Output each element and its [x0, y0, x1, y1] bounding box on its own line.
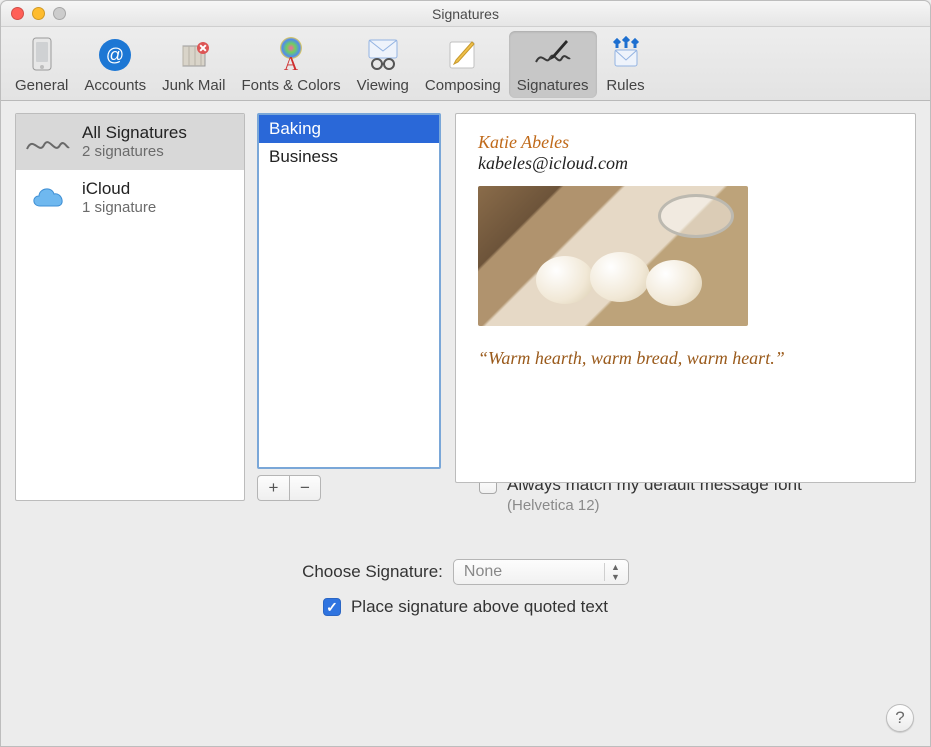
titlebar: Signatures — [1, 1, 930, 27]
source-texts: iCloud 1 signature — [82, 178, 156, 218]
window-title: Signatures — [1, 6, 930, 22]
choose-signature-popup[interactable]: None ▲▼ — [453, 559, 629, 585]
preview-quote: “Warm hearth, warm bread, warm heart.” — [478, 348, 893, 369]
source-subtitle: 2 signatures — [82, 143, 187, 162]
list-buttons: + − — [257, 475, 441, 501]
place-above-label: Place signature above quoted text — [351, 597, 608, 617]
viewing-icon — [362, 35, 404, 75]
tab-junkmail-label: Junk Mail — [162, 77, 225, 94]
rules-icon — [605, 35, 647, 75]
popup-arrows-icon: ▲▼ — [604, 563, 622, 581]
signature-list[interactable]: Baking Business — [257, 113, 441, 469]
fonts-colors-icon: A — [270, 35, 312, 75]
prefs-toolbar: General @ Accounts Junk Mail A Fonts & C… — [1, 27, 930, 101]
tab-rules[interactable]: Rules — [597, 31, 655, 98]
preview-email: kabeles@icloud.com — [478, 153, 893, 174]
svg-text:@: @ — [106, 45, 124, 65]
all-signatures-icon — [24, 122, 72, 162]
accounts-sourcelist[interactable]: All Signatures 2 signatures iCloud 1 sig… — [15, 113, 245, 501]
tab-fonts-colors[interactable]: A Fonts & Colors — [233, 31, 348, 98]
source-texts: All Signatures 2 signatures — [82, 122, 187, 162]
tab-accounts-label: Accounts — [84, 77, 146, 94]
choose-signature-row: Choose Signature: None ▲▼ — [302, 559, 629, 585]
help-button[interactable]: ? — [886, 704, 914, 732]
junkmail-icon — [173, 35, 215, 75]
add-signature-button[interactable]: + — [257, 475, 289, 501]
tab-viewing-label: Viewing — [357, 77, 409, 94]
preferences-window: Signatures General @ Accounts Junk Mail — [0, 0, 931, 747]
panels: All Signatures 2 signatures iCloud 1 sig… — [1, 101, 930, 501]
tab-composing[interactable]: Composing — [417, 31, 509, 98]
tab-fonts-colors-label: Fonts & Colors — [241, 77, 340, 94]
bottom-controls: Choose Signature: None ▲▼ Place signatur… — [1, 559, 930, 617]
general-icon — [21, 35, 63, 75]
signature-preview[interactable]: Katie Abeles kabeles@icloud.com “Warm he… — [455, 113, 916, 483]
tab-accounts[interactable]: @ Accounts — [76, 31, 154, 98]
tab-rules-label: Rules — [606, 77, 644, 94]
source-icloud[interactable]: iCloud 1 signature — [16, 170, 244, 226]
source-all-signatures[interactable]: All Signatures 2 signatures — [16, 114, 244, 170]
icloud-icon — [24, 178, 72, 218]
signature-row-baking[interactable]: Baking — [259, 115, 439, 143]
tab-viewing[interactable]: Viewing — [349, 31, 417, 98]
signature-list-wrap: Baking Business + − — [257, 113, 441, 501]
composing-icon — [442, 35, 484, 75]
place-above-checkbox[interactable] — [323, 598, 341, 616]
signatures-icon — [532, 35, 574, 75]
tab-general[interactable]: General — [7, 31, 76, 98]
svg-text:A: A — [284, 53, 299, 74]
place-above-row[interactable]: Place signature above quoted text — [323, 597, 608, 617]
choose-signature-value: None — [464, 563, 502, 581]
tab-signatures-label: Signatures — [517, 77, 589, 94]
tab-signatures[interactable]: Signatures — [509, 31, 597, 98]
source-subtitle: 1 signature — [82, 199, 156, 218]
source-title: All Signatures — [82, 122, 187, 143]
remove-signature-button[interactable]: − — [289, 475, 321, 501]
tab-junkmail[interactable]: Junk Mail — [154, 31, 233, 98]
tab-composing-label: Composing — [425, 77, 501, 94]
tab-general-label: General — [15, 77, 68, 94]
content-area: All Signatures 2 signatures iCloud 1 sig… — [1, 101, 930, 746]
choose-signature-label: Choose Signature: — [302, 562, 443, 582]
preview-image — [478, 186, 748, 326]
source-title: iCloud — [82, 178, 156, 199]
preview-name: Katie Abeles — [478, 132, 893, 153]
accounts-icon: @ — [94, 35, 136, 75]
match-font-hint: (Helvetica 12) — [507, 497, 930, 514]
signature-row-business[interactable]: Business — [259, 143, 439, 171]
